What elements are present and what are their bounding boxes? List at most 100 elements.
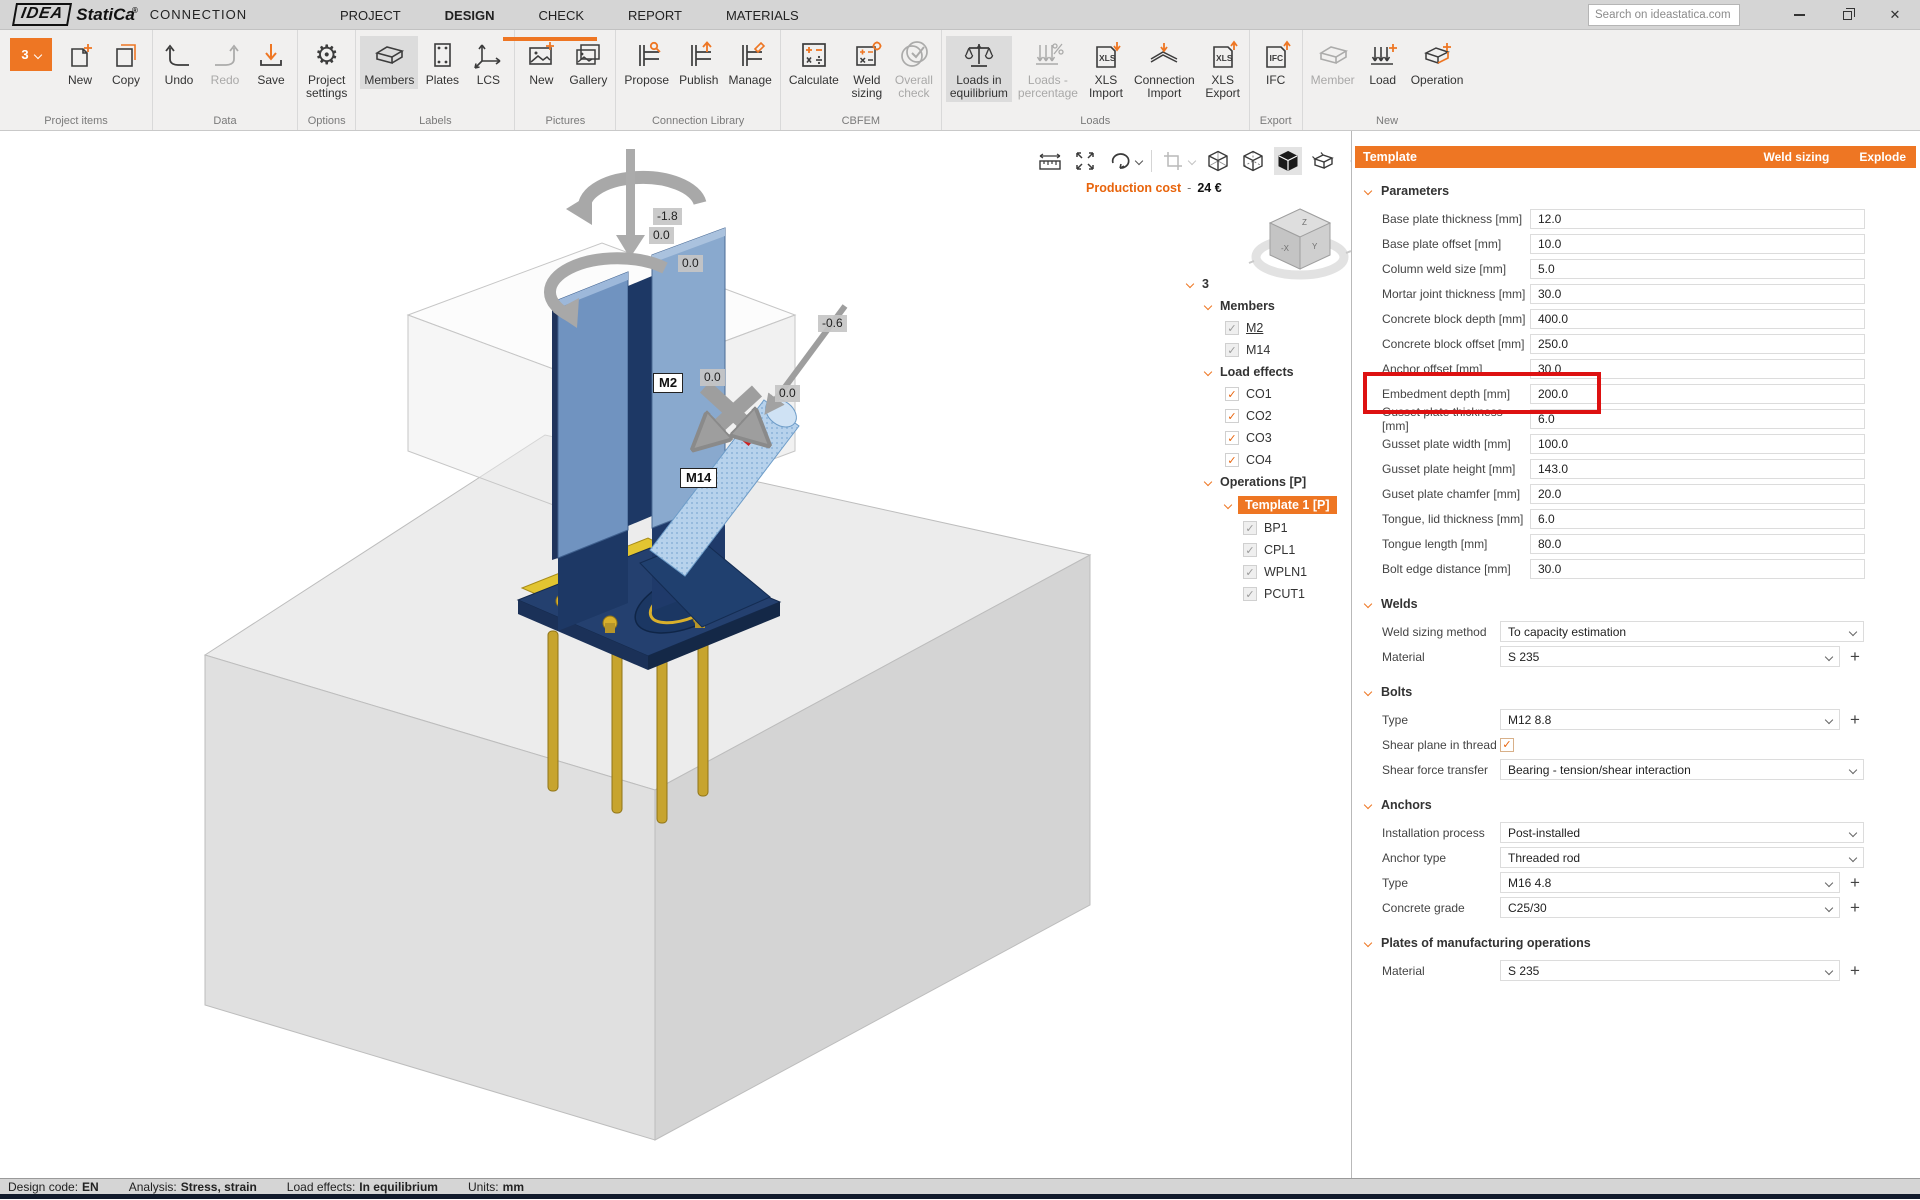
lcs-labels-button[interactable]: LCS — [466, 36, 510, 89]
tree-item-co4[interactable]: ✓CO4 — [1183, 449, 1351, 471]
measure-button[interactable] — [1036, 147, 1064, 175]
weld-material-select[interactable]: S 235 — [1500, 646, 1840, 667]
weld-sizing-link[interactable]: Weld sizing — [1764, 150, 1830, 164]
param-input[interactable] — [1530, 434, 1865, 454]
3d-scene[interactable] — [0, 131, 1352, 1178]
gallery-button[interactable]: Gallery — [565, 36, 611, 89]
add-plates-material-button[interactable]: + — [1846, 961, 1864, 981]
search-box[interactable] — [1588, 4, 1740, 26]
installation-process-select[interactable]: Post-installed — [1500, 822, 1864, 843]
param-input[interactable] — [1530, 284, 1865, 304]
tree-section-operations[interactable]: Operations [P] — [1183, 471, 1351, 493]
tree-item-co2[interactable]: ✓CO2 — [1183, 405, 1351, 427]
members-labels-button[interactable]: Members — [360, 36, 418, 89]
checkbox-checked[interactable]: ✓ — [1243, 565, 1257, 579]
param-input[interactable] — [1530, 559, 1865, 579]
new-operation-button[interactable]: Operation — [1407, 36, 1468, 89]
bolt-type-select[interactable]: M12 8.8 — [1500, 709, 1840, 730]
zoom-fit-button[interactable] — [1071, 147, 1099, 175]
shear-force-transfer-select[interactable]: Bearing - tension/shear interaction — [1500, 759, 1864, 780]
checkbox-checked[interactable]: ✓ — [1225, 343, 1239, 357]
tree-section-members[interactable]: Members — [1183, 295, 1351, 317]
menu-project[interactable]: PROJECT — [340, 8, 401, 23]
tree-root[interactable]: 3 — [1183, 273, 1351, 295]
add-material-button[interactable]: + — [1846, 647, 1864, 667]
restore-button[interactable] — [1836, 4, 1858, 26]
copy-button[interactable]: Copy — [104, 36, 148, 89]
checkbox-checked[interactable]: ✓ — [1243, 587, 1257, 601]
checkbox-checked[interactable]: ✓ — [1243, 521, 1257, 535]
menu-report[interactable]: REPORT — [628, 8, 682, 23]
checkbox-checked[interactable]: ✓ — [1243, 543, 1257, 557]
param-input[interactable] — [1530, 209, 1865, 229]
propose-button[interactable]: Propose — [620, 36, 673, 89]
calculate-button[interactable]: Calculate — [785, 36, 843, 89]
weld-sizing-button[interactable]: Weld sizing — [845, 36, 889, 102]
weld-sizing-method-select[interactable]: To capacity estimation — [1500, 621, 1864, 642]
param-input[interactable] — [1530, 459, 1865, 479]
plates-labels-button[interactable]: Plates — [420, 36, 464, 89]
xls-import-button[interactable]: XLS Import — [1084, 36, 1128, 102]
transparent-view-button[interactable] — [1309, 147, 1337, 175]
add-bolt-type-button[interactable]: + — [1846, 710, 1864, 730]
param-input[interactable] — [1530, 534, 1865, 554]
ifc-export-button[interactable]: IFC — [1254, 36, 1298, 89]
checkbox-checked[interactable]: ✓ — [1225, 453, 1239, 467]
section-bolts[interactable]: Bolts — [1365, 683, 1916, 701]
checkbox-checked[interactable]: ✓ — [1225, 321, 1239, 335]
anchor-type-select[interactable]: Threaded rod — [1500, 847, 1864, 868]
section-plates-mfg[interactable]: Plates of manufacturing operations — [1365, 934, 1916, 952]
param-input[interactable] — [1530, 334, 1865, 354]
menu-check[interactable]: CHECK — [539, 8, 585, 23]
menu-design[interactable]: DESIGN — [445, 8, 495, 23]
hidden-lines-view-button[interactable] — [1239, 147, 1267, 175]
param-input[interactable] — [1530, 509, 1865, 529]
close-button[interactable]: ✕ — [1884, 4, 1906, 26]
wireframe-view-button[interactable] — [1204, 147, 1232, 175]
new-picture-button[interactable]: New — [519, 36, 563, 89]
plates-material-select[interactable]: S 235 — [1500, 960, 1840, 981]
shear-plane-checkbox[interactable]: ✓ — [1500, 738, 1514, 752]
tree-item-wpln1[interactable]: ✓WPLN1 — [1183, 561, 1351, 583]
tree-item-pcut1[interactable]: ✓PCUT1 — [1183, 583, 1351, 605]
param-input[interactable] — [1530, 409, 1865, 429]
rotate-view-button[interactable] — [1106, 147, 1144, 175]
param-input[interactable] — [1530, 234, 1865, 254]
minimize-button[interactable] — [1788, 4, 1810, 26]
menu-materials[interactable]: MATERIALS — [726, 8, 799, 23]
tree-item-co1[interactable]: ✓CO1 — [1183, 383, 1351, 405]
tree-item-cpl1[interactable]: ✓CPL1 — [1183, 539, 1351, 561]
connection-import-button[interactable]: Connection Import — [1130, 36, 1199, 102]
tree-item-bp1[interactable]: ✓BP1 — [1183, 517, 1351, 539]
section-anchors[interactable]: Anchors — [1365, 796, 1916, 814]
concrete-grade-select[interactable]: C25/30 — [1500, 897, 1840, 918]
param-input[interactable] — [1530, 359, 1865, 379]
param-input[interactable] — [1530, 309, 1865, 329]
explode-link[interactable]: Explode — [1859, 150, 1906, 164]
manage-button[interactable]: Manage — [724, 36, 775, 89]
section-parameters[interactable]: Parameters — [1365, 182, 1916, 200]
checkbox-checked[interactable]: ✓ — [1225, 431, 1239, 445]
publish-button[interactable]: Publish — [675, 36, 722, 89]
loads-in-equilibrium-button[interactable]: Loads in equilibrium — [946, 36, 1012, 102]
param-input-embedment-depth[interactable] — [1530, 384, 1865, 404]
project-settings-button[interactable]: ⚙Project settings — [302, 36, 351, 102]
undo-button[interactable]: Undo — [157, 36, 201, 89]
new-project-item-button[interactable]: New — [58, 36, 102, 89]
project-item-selector[interactable]: 3 — [10, 38, 52, 71]
add-anchor-type-button[interactable]: + — [1846, 873, 1864, 893]
checkbox-checked[interactable]: ✓ — [1225, 387, 1239, 401]
tree-section-load-effects[interactable]: Load effects — [1183, 361, 1351, 383]
param-input[interactable] — [1530, 484, 1865, 504]
new-load-button[interactable]: Load — [1361, 36, 1405, 89]
search-input[interactable] — [1595, 9, 1749, 21]
save-button[interactable]: Save — [249, 36, 293, 89]
add-concrete-grade-button[interactable]: + — [1846, 898, 1864, 918]
3d-viewport[interactable]: Production cost - 24 € -X Y Z -1.8 0.0 0… — [0, 131, 1352, 1178]
param-input[interactable] — [1530, 259, 1865, 279]
solid-view-button[interactable] — [1274, 147, 1302, 175]
xls-export-button[interactable]: XLS Export — [1201, 36, 1245, 102]
section-welds[interactable]: Welds — [1365, 595, 1916, 613]
tree-item-template1[interactable]: Template 1 [P] — [1183, 493, 1351, 517]
checkbox-checked[interactable]: ✓ — [1225, 409, 1239, 423]
